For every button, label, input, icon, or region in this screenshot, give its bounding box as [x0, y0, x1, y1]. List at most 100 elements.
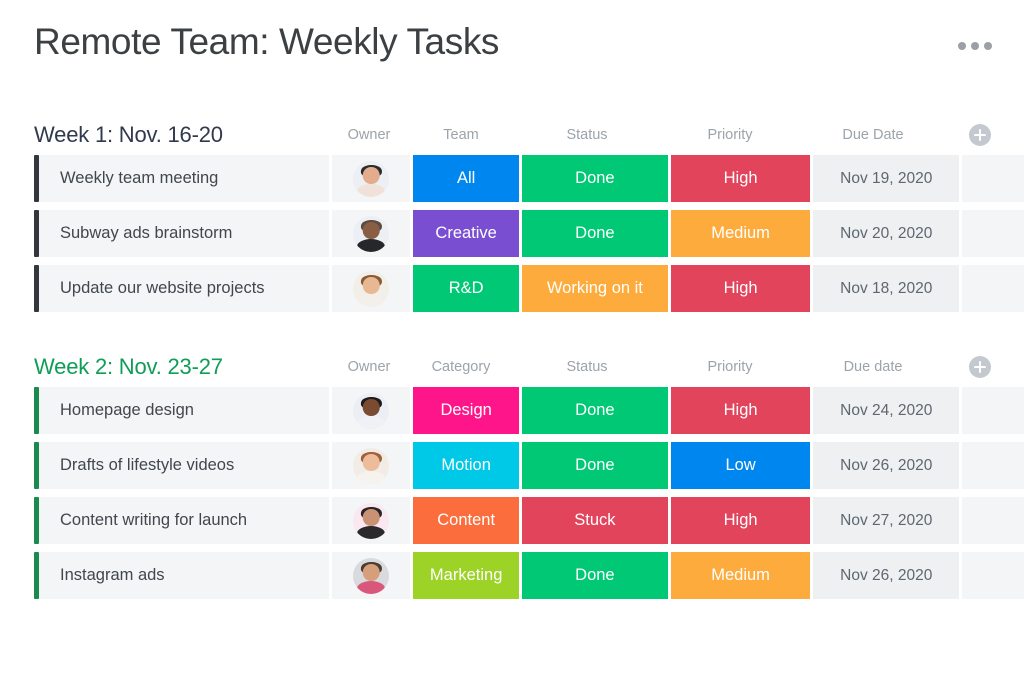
task-name-cell[interactable]: Content writing for launch [39, 497, 330, 544]
priority-cell[interactable]: Medium [670, 210, 811, 257]
avatar-body [357, 580, 386, 594]
column-header-owner[interactable]: Owner [330, 359, 408, 375]
table-row[interactable]: Subway ads brainstorm Creative Done Medium N… [0, 210, 1024, 257]
priority-cell[interactable]: Low [670, 442, 811, 489]
column-header-owner[interactable]: Owner [330, 127, 408, 143]
task-name-cell[interactable]: Update our website projects [39, 265, 330, 312]
column-header-team[interactable]: Team [408, 127, 514, 143]
due-date-cell[interactable]: Nov 26, 2020 [813, 442, 960, 489]
status-cell[interactable]: Done [522, 387, 668, 434]
due-date-cell[interactable]: Nov 27, 2020 [813, 497, 960, 544]
owner-cell[interactable] [332, 265, 411, 312]
avatar-face [363, 399, 380, 416]
column-header-status[interactable]: Status [514, 359, 660, 375]
avatar-face [363, 564, 380, 581]
label-cell[interactable]: Marketing [413, 552, 520, 599]
kebab-menu-icon[interactable] [954, 38, 996, 54]
avatar[interactable] [353, 502, 390, 539]
add-column-button[interactable] [969, 356, 991, 378]
label-cell[interactable]: R&D [413, 265, 520, 312]
owner-cell[interactable] [332, 155, 411, 202]
group-title[interactable]: Week 2: Nov. 23-27 [34, 354, 330, 380]
avatar-face [363, 222, 380, 239]
priority-cell[interactable]: High [670, 265, 811, 312]
avatar[interactable] [353, 447, 390, 484]
row-trailing-cell[interactable] [962, 210, 1024, 257]
column-header-priority[interactable]: Priority [660, 127, 800, 143]
avatar-body [357, 415, 386, 429]
table-row[interactable]: Content writing for launch Content Stuck Hi… [0, 497, 1024, 544]
avatar[interactable] [353, 160, 390, 197]
status-cell[interactable]: Done [522, 552, 668, 599]
table-row[interactable]: Drafts of lifestyle videos Motion Done Low N… [0, 442, 1024, 489]
avatar[interactable] [353, 215, 390, 252]
label-cell[interactable]: Content [413, 497, 520, 544]
row-trailing-cell[interactable] [962, 155, 1024, 202]
due-date-cell[interactable]: Nov 24, 2020 [813, 387, 960, 434]
column-header-priority[interactable]: Priority [660, 359, 800, 375]
task-name-cell[interactable]: Homepage design [39, 387, 330, 434]
avatar[interactable] [353, 270, 390, 307]
table-row[interactable]: Instagram ads Marketing Done Medium Nov 26, … [0, 552, 1024, 599]
column-header-status[interactable]: Status [514, 127, 660, 143]
kebab-dot [984, 42, 992, 50]
owner-cell[interactable] [332, 210, 411, 257]
label-cell[interactable]: Design [413, 387, 520, 434]
status-cell[interactable]: Stuck [522, 497, 668, 544]
add-column-cell [946, 124, 1014, 146]
group-rows: Homepage design Design Done High Nov 24, 202… [0, 387, 1024, 599]
task-name-cell[interactable]: Subway ads brainstorm [39, 210, 330, 257]
row-trailing-cell[interactable] [962, 387, 1024, 434]
table-row[interactable]: Update our website projects R&D Working on… [0, 265, 1024, 312]
table-row[interactable]: Weekly team meeting All Done High Nov 19, 20… [0, 155, 1024, 202]
priority-cell[interactable]: High [670, 155, 811, 202]
page-title: Remote Team: Weekly Tasks [34, 21, 500, 62]
table-row[interactable]: Homepage design Design Done High Nov 24, 202… [0, 387, 1024, 434]
board: Week 1: Nov. 16-20 Owner Team Status Priorit… [0, 118, 1024, 607]
row-trailing-cell[interactable] [962, 442, 1024, 489]
priority-cell[interactable]: Medium [670, 552, 811, 599]
priority-cell[interactable]: High [670, 387, 811, 434]
column-header-category[interactable]: Category [408, 359, 514, 375]
avatar-body [357, 183, 386, 197]
owner-cell[interactable] [332, 442, 411, 489]
kebab-dot [971, 42, 979, 50]
due-date-cell[interactable]: Nov 26, 2020 [813, 552, 960, 599]
column-header-due-date[interactable]: Due date [800, 359, 946, 375]
avatar-face [363, 509, 380, 526]
label-cell[interactable]: Creative [413, 210, 520, 257]
avatar-body [357, 238, 386, 252]
avatar-body [357, 525, 386, 539]
avatar-face [363, 454, 380, 471]
status-cell[interactable]: Done [522, 155, 668, 202]
board-group: Week 1: Nov. 16-20 Owner Team Status Priorit… [0, 118, 1024, 312]
label-cell[interactable]: Motion [413, 442, 520, 489]
add-column-button[interactable] [969, 124, 991, 146]
owner-cell[interactable] [332, 497, 411, 544]
status-cell[interactable]: Working on it [522, 265, 668, 312]
row-trailing-cell[interactable] [962, 265, 1024, 312]
avatar[interactable] [353, 557, 390, 594]
group-rows: Weekly team meeting All Done High Nov 19, 20… [0, 155, 1024, 312]
group-header-row: Week 1: Nov. 16-20 Owner Team Status Priorit… [0, 118, 1024, 152]
avatar[interactable] [353, 392, 390, 429]
task-name-cell[interactable]: Instagram ads [39, 552, 330, 599]
add-column-cell [946, 356, 1014, 378]
column-header-due-date[interactable]: Due Date [800, 127, 946, 143]
row-trailing-cell[interactable] [962, 552, 1024, 599]
owner-cell[interactable] [332, 552, 411, 599]
avatar-body [357, 293, 386, 307]
task-name-cell[interactable]: Weekly team meeting [39, 155, 330, 202]
due-date-cell[interactable]: Nov 18, 2020 [813, 265, 960, 312]
task-name-cell[interactable]: Drafts of lifestyle videos [39, 442, 330, 489]
due-date-cell[interactable]: Nov 20, 2020 [813, 210, 960, 257]
label-cell[interactable]: All [413, 155, 520, 202]
due-date-cell[interactable]: Nov 19, 2020 [813, 155, 960, 202]
owner-cell[interactable] [332, 387, 411, 434]
priority-cell[interactable]: High [670, 497, 811, 544]
status-cell[interactable]: Done [522, 210, 668, 257]
avatar-face [363, 167, 380, 184]
status-cell[interactable]: Done [522, 442, 668, 489]
row-trailing-cell[interactable] [962, 497, 1024, 544]
group-title[interactable]: Week 1: Nov. 16-20 [34, 122, 330, 148]
